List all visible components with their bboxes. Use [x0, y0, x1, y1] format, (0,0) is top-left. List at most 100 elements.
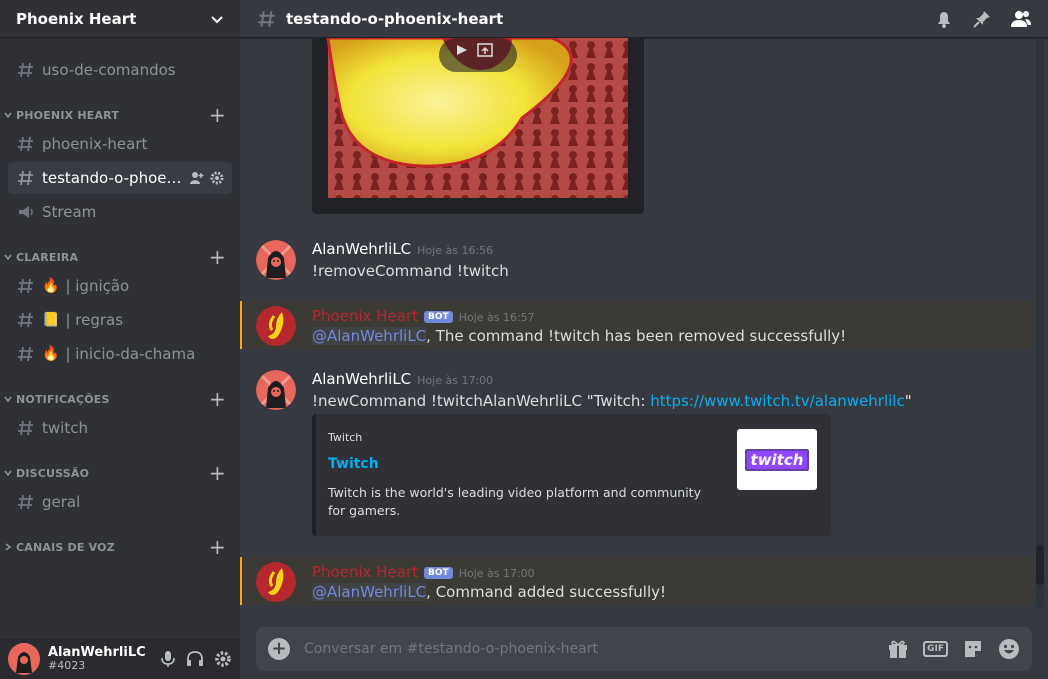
- channel-stream[interactable]: Stream: [8, 196, 232, 228]
- message-body: !newCommand !twitchAlanWehrliLC "Twitch:: [312, 392, 651, 410]
- add-channel-icon[interactable]: +: [209, 389, 226, 409]
- gift-icon[interactable]: [887, 638, 909, 660]
- gear-icon[interactable]: [214, 650, 232, 668]
- chevron-down-icon: [4, 396, 12, 403]
- channel-label: | ignição: [65, 277, 130, 295]
- link-embed: Twitch Twitch Twitch is the world's lead…: [312, 414, 831, 536]
- channel-header: testando-o-phoenix-heart: [240, 0, 1048, 38]
- channel-testando-o-phoenix-heart[interactable]: testando-o-phoeni...: [8, 162, 232, 194]
- category-label: CANAIS DE VOZ: [16, 540, 115, 554]
- headphones-icon[interactable]: [186, 650, 204, 668]
- hashtag-rules-icon: [18, 136, 33, 152]
- channel-inicio-da-chama[interactable]: 🔥 | inicio-da-chama: [8, 338, 232, 370]
- message-timestamp: Hoje às 16:56: [417, 244, 494, 257]
- gif-button[interactable]: GIF: [923, 641, 948, 657]
- sticker-icon[interactable]: [962, 638, 984, 660]
- category-notificacoes[interactable]: NOTIFICAÇÕES +: [4, 389, 232, 409]
- pin-icon[interactable]: [972, 9, 992, 29]
- channel-ignicao[interactable]: 🔥 | ignição: [8, 270, 232, 302]
- notebook-emoji: 📒: [42, 312, 60, 328]
- channel-geral[interactable]: geral: [8, 486, 232, 518]
- message-list: AlanWehrliLC Hoje às 16:56 !removeComman…: [240, 38, 1032, 608]
- hashtag-icon: [18, 278, 33, 294]
- chevron-down-icon: [4, 112, 12, 119]
- category-label: PHOENIX HEART: [16, 108, 120, 122]
- hashtag-icon: [18, 494, 33, 510]
- hashtag-icon: [18, 346, 33, 362]
- invite-icon[interactable]: [190, 171, 204, 185]
- embed-provider: Twitch: [328, 431, 363, 444]
- message-text: !newCommand !twitchAlanWehrliLC "Twitch:…: [312, 392, 912, 410]
- add-channel-icon[interactable]: +: [209, 247, 226, 267]
- category-canais-de-voz[interactable]: CANAIS DE VOZ +: [4, 537, 232, 557]
- server-header[interactable]: Phoenix Heart: [0, 0, 240, 38]
- bot-avatar[interactable]: [256, 306, 296, 346]
- category-label: NOTIFICAÇÕES: [16, 392, 110, 406]
- channel-label: testando-o-phoeni...: [42, 169, 186, 187]
- user-panel: AlanWehrliLC #4023: [0, 639, 240, 679]
- message-link[interactable]: https://www.twitch.tv/alanwehrlilc: [650, 392, 904, 410]
- channel-label: | regras: [65, 311, 124, 329]
- user-tag: #4023: [48, 659, 86, 673]
- attach-plus-icon[interactable]: +: [268, 638, 290, 660]
- announcement-icon: [19, 206, 33, 218]
- bot-badge: BOT: [424, 311, 453, 323]
- embed-title[interactable]: Twitch: [328, 456, 379, 472]
- category-clareira[interactable]: CLAREIRA +: [4, 247, 232, 267]
- scrollbar-track[interactable]: [1036, 38, 1044, 608]
- hashtag-icon: [18, 62, 33, 78]
- members-icon[interactable]: [1010, 9, 1032, 29]
- category-label: CLAREIRA: [16, 250, 79, 264]
- hashtag-icon: [18, 312, 33, 328]
- message-author[interactable]: AlanWehrliLC: [312, 240, 411, 258]
- user-mention[interactable]: @AlanWehrliLC: [312, 327, 427, 345]
- embed-description: Twitch is the world's leading video plat…: [328, 485, 701, 518]
- twitch-logo: twitch: [744, 448, 810, 471]
- scrollbar-thumb[interactable]: [1036, 545, 1044, 585]
- gear-icon[interactable]: [210, 171, 224, 185]
- category-phoenix-heart[interactable]: PHOENIX HEART +: [4, 105, 232, 125]
- microphone-icon[interactable]: [160, 650, 176, 668]
- add-channel-icon[interactable]: +: [209, 105, 226, 125]
- bell-icon[interactable]: [934, 9, 954, 29]
- user-mention[interactable]: @AlanWehrliLC: [312, 583, 427, 601]
- video-attachment[interactable]: [312, 38, 644, 214]
- message-timestamp: Hoje às 17:00: [417, 374, 494, 387]
- channel-phoenix-heart[interactable]: phoenix-heart: [8, 128, 232, 160]
- hashtag-icon: [18, 170, 33, 186]
- fire-emoji: 🔥: [42, 346, 60, 362]
- message-body-end: ": [904, 392, 912, 410]
- bot-avatar[interactable]: [256, 562, 296, 602]
- message-input[interactable]: [304, 641, 888, 657]
- emoji-icon[interactable]: [998, 638, 1020, 660]
- channel-regras[interactable]: 📒 | regras: [8, 304, 232, 336]
- message-body: , The command !twitch has been removed s…: [426, 327, 847, 345]
- message-timestamp: Hoje às 16:57: [458, 311, 535, 324]
- message-text: @AlanWehrliLC, Command added successfull…: [312, 583, 666, 601]
- add-channel-icon[interactable]: +: [209, 463, 226, 483]
- avatar[interactable]: [8, 643, 40, 675]
- channel-uso-de-comandos[interactable]: uso-de-comandos: [8, 54, 232, 86]
- chevron-down-icon: [211, 15, 223, 23]
- chevron-right-icon: [5, 543, 12, 551]
- channel-twitch[interactable]: twitch: [8, 412, 232, 444]
- bot-badge: BOT: [424, 567, 453, 579]
- channel-label: geral: [42, 493, 81, 511]
- chevron-down-icon: [4, 254, 12, 261]
- message-author[interactable]: AlanWehrliLC: [312, 370, 411, 388]
- avatar[interactable]: [256, 370, 296, 410]
- message-text: @AlanWehrliLC, The command !twitch has b…: [312, 327, 846, 345]
- hashtag-rules-icon: [258, 10, 275, 27]
- username: AlanWehrliLC: [48, 644, 146, 660]
- message-body: , Command added successfully!: [426, 583, 666, 601]
- add-channel-icon[interactable]: +: [209, 537, 226, 557]
- message-text: !removeCommand !twitch: [312, 262, 509, 280]
- chat-area: testando-o-phoenix-heart AlanWehrliLC Ho…: [240, 0, 1048, 679]
- category-discussao[interactable]: DISCUSSÃO +: [4, 463, 232, 483]
- message-mention-highlighted: Phoenix Heart BOT Hoje às 16:57 @AlanWeh…: [240, 301, 1032, 349]
- avatar[interactable]: [256, 240, 296, 280]
- message-author[interactable]: Phoenix Heart: [312, 563, 418, 581]
- embed-thumbnail[interactable]: twitch: [737, 429, 817, 490]
- message-author[interactable]: Phoenix Heart: [312, 307, 418, 325]
- channel-label: Stream: [42, 203, 97, 221]
